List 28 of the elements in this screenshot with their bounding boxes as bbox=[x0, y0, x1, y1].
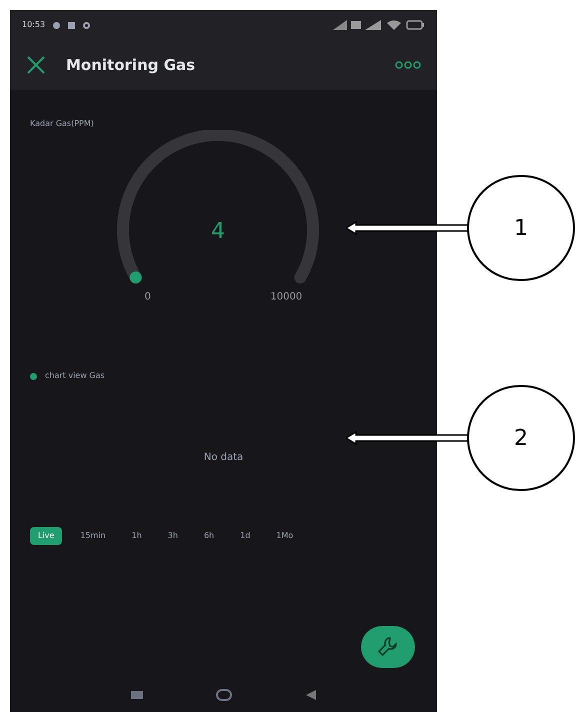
back-icon[interactable] bbox=[306, 690, 316, 700]
range-tab[interactable]: 1d bbox=[232, 527, 258, 545]
recent-apps-icon[interactable] bbox=[130, 691, 143, 699]
gauge-indicator bbox=[129, 272, 142, 284]
close-icon[interactable] bbox=[26, 55, 46, 75]
gauge-value: 4 bbox=[210, 219, 224, 244]
gauge-min-label: 0 bbox=[144, 292, 150, 302]
range-tab[interactable]: 15min bbox=[72, 527, 114, 545]
notification-icons bbox=[53, 22, 90, 28]
signal-icon bbox=[365, 20, 381, 30]
range-tab[interactable]: 3h bbox=[160, 527, 186, 545]
home-icon[interactable] bbox=[216, 689, 232, 701]
legend-label: chart view Gas bbox=[45, 370, 105, 382]
range-tab[interactable]: 6h bbox=[196, 527, 222, 545]
gauge-label: Kadar Gas(PPM) bbox=[30, 118, 95, 130]
range-tab[interactable]: 1Mo bbox=[268, 527, 302, 545]
settings-fab[interactable] bbox=[361, 626, 415, 668]
more-icon[interactable] bbox=[395, 61, 421, 69]
empty-message: No data bbox=[204, 451, 244, 465]
sim-icon bbox=[351, 21, 361, 29]
signal-icon bbox=[333, 20, 347, 30]
app-title: Monitoring Gas bbox=[66, 54, 196, 76]
gauge-max-label: 10000 bbox=[270, 292, 302, 302]
wrench-icon bbox=[376, 635, 400, 659]
wifi-icon bbox=[387, 20, 401, 30]
range-tab[interactable]: 1h bbox=[124, 527, 150, 545]
battery-icon bbox=[406, 20, 424, 30]
status-time: 10:53 bbox=[22, 19, 46, 31]
